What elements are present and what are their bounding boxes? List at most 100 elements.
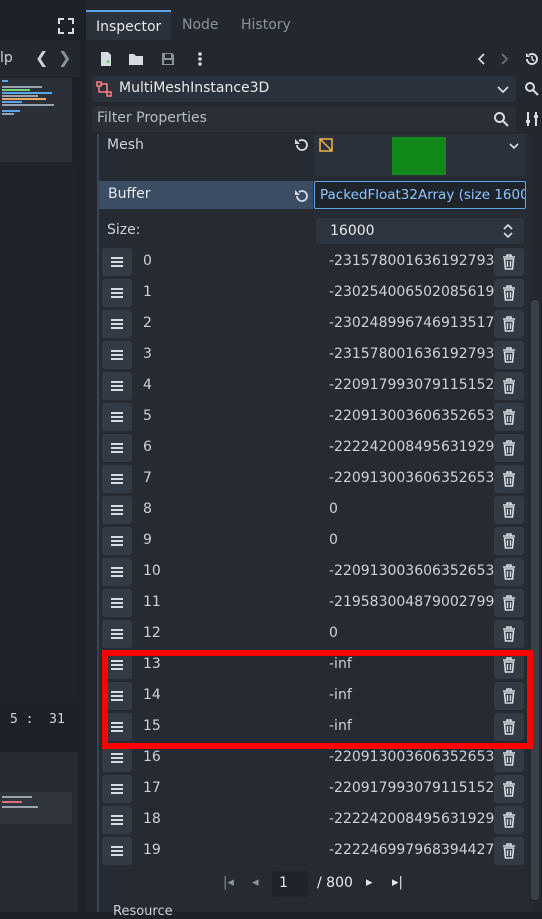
- more-options-icon[interactable]: [192, 51, 208, 67]
- array-element-row: 11 -219583004879002799: [100, 589, 526, 617]
- page-total: / 800: [317, 875, 353, 891]
- trash-icon[interactable]: [494, 589, 524, 617]
- trash-icon[interactable]: [494, 310, 524, 338]
- trash-icon[interactable]: [494, 248, 524, 276]
- tab-inspector[interactable]: Inspector: [86, 10, 172, 40]
- array-element-row: 6 -222242008495631929: [100, 434, 526, 462]
- drag-handle-icon[interactable]: [102, 806, 132, 834]
- tab-node[interactable]: Node: [172, 10, 229, 40]
- drag-handle-icon[interactable]: [102, 620, 132, 648]
- trash-icon[interactable]: [494, 775, 524, 803]
- drag-handle-icon[interactable]: [102, 310, 132, 338]
- array-element-row: 90: [100, 527, 526, 555]
- element-value[interactable]: -220917993079115152: [329, 377, 494, 393]
- trash-icon[interactable]: [494, 403, 524, 431]
- trash-icon[interactable]: [494, 806, 524, 834]
- element-value[interactable]: -222242008495631929: [329, 811, 494, 827]
- drag-handle-icon[interactable]: [102, 341, 132, 369]
- chevron-right-icon[interactable]: ❯: [58, 48, 71, 67]
- trash-icon[interactable]: [494, 465, 524, 493]
- tab-history[interactable]: History: [231, 10, 301, 40]
- element-index: 2: [143, 315, 152, 331]
- output-panel: [0, 752, 78, 912]
- drag-handle-icon[interactable]: [102, 465, 132, 493]
- new-resource-icon[interactable]: [98, 51, 114, 67]
- drag-handle-icon[interactable]: [102, 558, 132, 586]
- drag-handle-icon[interactable]: [102, 527, 132, 555]
- page-number: 1: [279, 875, 288, 891]
- element-value[interactable]: -231578001636192793: [329, 253, 494, 269]
- open-resource-icon[interactable]: [128, 51, 144, 67]
- drag-handle-icon[interactable]: [102, 775, 132, 803]
- drag-handle-icon[interactable]: [102, 248, 132, 276]
- history-icon[interactable]: [524, 51, 540, 67]
- trash-icon[interactable]: [494, 496, 524, 524]
- history-forward-icon[interactable]: [496, 51, 512, 67]
- trash-icon[interactable]: [494, 620, 524, 648]
- revert-icon[interactable]: [294, 188, 310, 204]
- first-page-icon[interactable]: |◂: [223, 875, 234, 890]
- help-menu-fragment[interactable]: lp: [0, 50, 13, 66]
- trash-icon[interactable]: [494, 341, 524, 369]
- array-element-row: 10 -220913003606352653: [100, 558, 526, 586]
- mesh-preview[interactable]: [392, 137, 446, 175]
- history-back-icon[interactable]: [474, 51, 490, 67]
- element-value[interactable]: -222246997968394427: [329, 842, 494, 858]
- last-page-icon[interactable]: ▸|: [392, 875, 403, 890]
- node-search-icon[interactable]: [524, 81, 540, 97]
- array-pager: [100, 870, 526, 898]
- chevron-left-icon[interactable]: ❮: [35, 48, 48, 67]
- trash-icon[interactable]: [494, 837, 524, 865]
- drag-handle-icon[interactable]: [102, 496, 132, 524]
- array-element-row: 4 -220917993079115152: [100, 372, 526, 400]
- chevron-down-icon[interactable]: [508, 140, 520, 152]
- buffer-property-label: Buffer: [108, 186, 151, 202]
- output-minimap: [0, 792, 72, 824]
- buffer-value-button[interactable]: PackedFloat32Array (size 16000): [314, 181, 526, 209]
- element-value[interactable]: -230254006502085619: [329, 284, 494, 300]
- element-value[interactable]: -231578001636192793: [329, 346, 494, 362]
- trash-icon[interactable]: [494, 279, 524, 307]
- drag-handle-icon[interactable]: [102, 837, 132, 865]
- element-value[interactable]: 0: [329, 501, 338, 517]
- array-element-row: 2 -230248996746913517: [100, 310, 526, 338]
- element-value[interactable]: -220913003606352653: [329, 408, 494, 424]
- drag-handle-icon[interactable]: [102, 434, 132, 462]
- trash-icon[interactable]: [494, 372, 524, 400]
- code-minimap[interactable]: [0, 78, 72, 162]
- array-element-row: 12 0: [100, 620, 526, 648]
- element-value[interactable]: -219583004879002799: [329, 594, 494, 610]
- cursor-position: 5 : 31: [10, 712, 65, 727]
- element-value[interactable]: 0: [329, 532, 338, 548]
- page-number-input[interactable]: [272, 871, 308, 897]
- cursor-column: 31: [49, 712, 65, 727]
- drag-handle-icon[interactable]: [102, 279, 132, 307]
- distraction-free-icon[interactable]: [56, 16, 76, 36]
- revert-icon[interactable]: [294, 137, 310, 153]
- element-index: 9: [143, 532, 152, 548]
- element-value[interactable]: -220913003606352653: [329, 749, 494, 765]
- element-index: 10: [143, 563, 161, 579]
- element-value[interactable]: -220913003606352653: [329, 470, 494, 486]
- element-value[interactable]: -230248996746913517: [329, 315, 494, 331]
- trash-icon[interactable]: [494, 527, 524, 555]
- element-index: 8: [143, 501, 152, 517]
- trash-icon[interactable]: [494, 558, 524, 586]
- inspector-scrollbar[interactable]: [531, 300, 539, 900]
- spin-arrows-icon[interactable]: [502, 222, 514, 240]
- element-index: 11: [143, 594, 161, 610]
- element-value[interactable]: -220917993079115152: [329, 780, 494, 796]
- prev-page-icon[interactable]: ◂: [252, 875, 259, 890]
- trash-icon[interactable]: [494, 434, 524, 462]
- drag-handle-icon[interactable]: [102, 403, 132, 431]
- chevron-down-icon[interactable]: [496, 82, 510, 96]
- element-value[interactable]: -222242008495631929: [329, 439, 494, 455]
- next-page-icon[interactable]: ▸: [366, 875, 373, 890]
- save-icon[interactable]: [160, 51, 176, 67]
- element-value[interactable]: 0: [329, 625, 338, 641]
- mesh-property-label: Mesh: [107, 137, 144, 153]
- drag-handle-icon[interactable]: [102, 372, 132, 400]
- drag-handle-icon[interactable]: [102, 589, 132, 617]
- tools-icon[interactable]: [524, 111, 540, 127]
- element-value[interactable]: -220913003606352653: [329, 563, 494, 579]
